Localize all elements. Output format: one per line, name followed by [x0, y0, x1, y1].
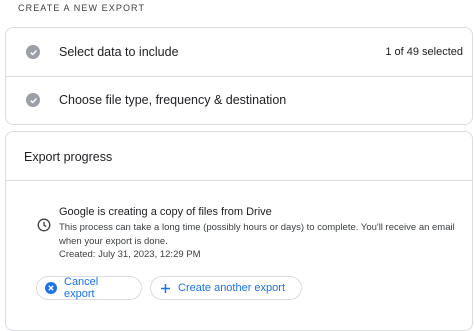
progress-title: Export progress — [24, 150, 113, 164]
step-select-data[interactable]: Select data to include 1 of 49 selected — [6, 28, 472, 77]
clock-icon — [37, 218, 51, 232]
step-choose-file-type[interactable]: Choose file type, frequency & destinatio… — [6, 76, 472, 124]
cancel-export-button[interactable]: Cancel export — [36, 276, 142, 300]
progress-message-body: This process can take a long time (possi… — [59, 222, 455, 247]
selected-count: 1 of 49 selected — [385, 46, 463, 58]
progress-message-title: Google is creating a copy of files from … — [59, 206, 272, 218]
check-icon — [26, 45, 40, 59]
export-steps-card: Select data to include 1 of 49 selected … — [5, 27, 473, 125]
progress-header: Export progress — [6, 132, 472, 181]
cancel-icon — [45, 282, 57, 294]
create-another-export-button[interactable]: Create another export — [150, 276, 302, 300]
cancel-export-label: Cancel export — [64, 276, 99, 300]
step-label: Choose file type, frequency & destinatio… — [59, 93, 287, 107]
created-timestamp: Created: July 31, 2023, 12:29 PM — [59, 249, 201, 260]
export-progress-card: Export progress Google is creating a cop… — [5, 131, 473, 331]
create-another-export-label: Create another export — [178, 282, 286, 294]
plus-icon — [159, 282, 171, 294]
check-icon — [26, 93, 40, 107]
section-title: CREATE A NEW EXPORT — [18, 3, 146, 13]
step-label: Select data to include — [59, 45, 179, 59]
